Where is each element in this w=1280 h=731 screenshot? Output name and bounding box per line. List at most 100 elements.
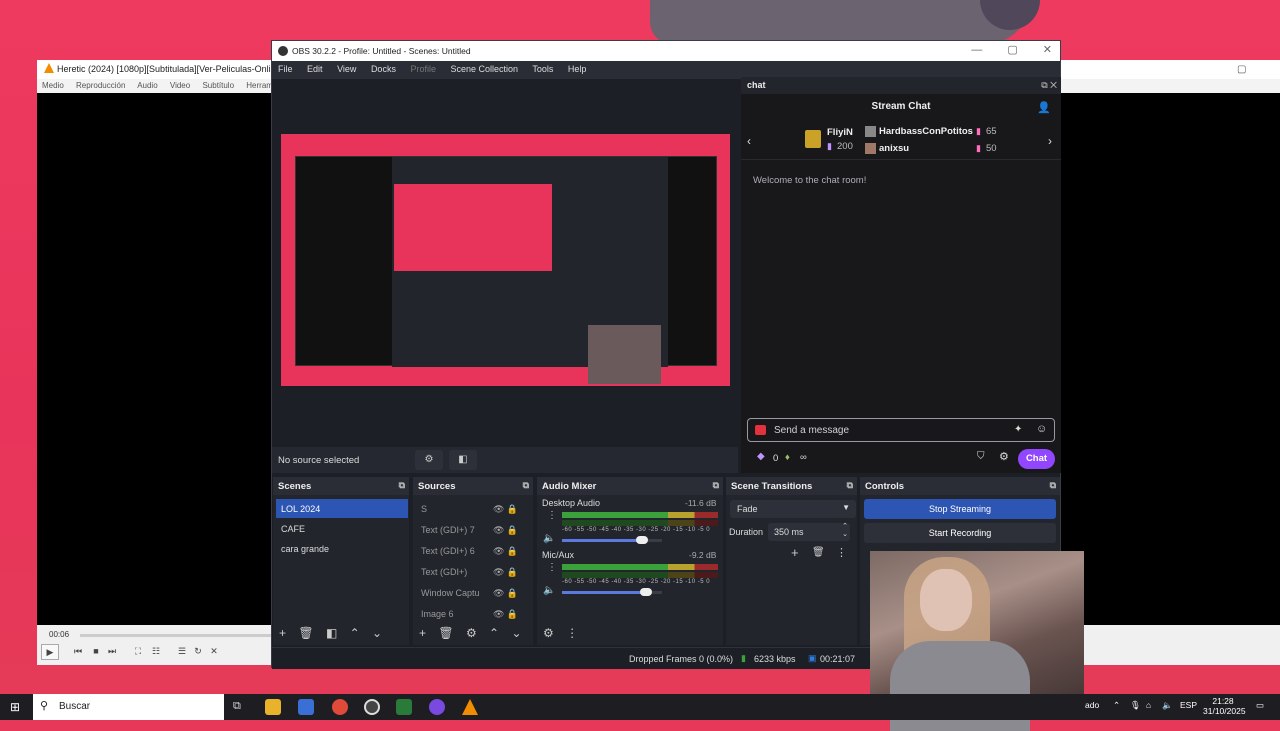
chat-close-icon[interactable]: ✕ [1050, 80, 1057, 90]
dock-float-icon[interactable]: ⧉ [523, 480, 529, 491]
clock[interactable]: 21:28 31/10/2025 [1203, 696, 1246, 716]
app-icon[interactable] [396, 699, 412, 715]
menu-docks[interactable]: Docks [371, 64, 396, 74]
visibility-icon[interactable]: 👁 🔒 [493, 588, 518, 599]
chat-send-button[interactable]: Chat [1018, 449, 1055, 469]
scene-filters-icon[interactable]: ◧ [326, 626, 337, 640]
notification-icon[interactable]: ▭ [1256, 700, 1264, 711]
scene-item-lol-2024[interactable]: LOL 2024 [276, 499, 408, 518]
sparkle-icon[interactable]: ✦ [1014, 424, 1022, 435]
vlc-menu-audio[interactable]: Audio [137, 81, 157, 90]
vlc-seek-bar[interactable] [80, 634, 278, 637]
fullscreen-icon[interactable]: ⛶ [129, 644, 147, 660]
next-icon[interactable]: ⏭ [103, 644, 121, 660]
language-indicator[interactable]: ESP [1180, 700, 1197, 710]
extended-settings-icon[interactable]: ☷ [147, 644, 165, 660]
task-view-icon[interactable]: ⧉ [233, 700, 241, 713]
chevron-up-icon[interactable]: ⌃ [1113, 700, 1120, 711]
obs-taskbar-icon[interactable] [364, 699, 380, 715]
kebab-menu-icon[interactable]: ⋮ [836, 546, 847, 559]
add-scene-icon[interactable]: + [279, 626, 286, 640]
vlc-maximize-icon[interactable]: ▢ [1237, 64, 1246, 75]
menu-profile[interactable]: Profile [410, 64, 436, 74]
sources-title: Sources [418, 481, 456, 492]
play-icon[interactable]: ▶ [41, 644, 59, 660]
kebab-menu-icon[interactable]: ⋮ [547, 510, 557, 521]
duration-input[interactable]: 350 ms ⌃ ⌄ [768, 523, 850, 541]
network-icon[interactable]: ⌂ [1146, 700, 1151, 710]
emote-icon[interactable]: ☺ [1036, 423, 1047, 435]
visibility-icon[interactable]: 👁 🔒 [493, 504, 518, 515]
source-filters-icon[interactable]: ◧ [449, 450, 477, 470]
app-icon[interactable] [429, 699, 445, 715]
vlc-menu-video[interactable]: Video [170, 81, 190, 90]
move-up-icon[interactable]: ⌃ [489, 626, 499, 640]
add-source-icon[interactable]: + [419, 626, 426, 640]
start-recording-button[interactable]: Start Recording [864, 523, 1056, 543]
dock-float-icon[interactable]: ⧉ [713, 480, 719, 491]
menu-edit[interactable]: Edit [307, 64, 323, 74]
volume-icon[interactable]: 🔈 [1162, 700, 1173, 711]
shuffle-icon[interactable]: ✕ [205, 644, 223, 660]
chrome-icon[interactable] [332, 699, 348, 715]
scene-item-cara-grande[interactable]: cara grande [276, 539, 408, 558]
volume-slider-knob[interactable] [640, 588, 652, 596]
store-icon[interactable] [298, 699, 314, 715]
vlc-menu-subtitulo[interactable]: Subtítulo [202, 81, 234, 90]
shield-icon[interactable]: ⛉ [977, 451, 985, 462]
speaker-icon[interactable]: 🔈 [543, 585, 555, 596]
add-transition-icon[interactable]: + [791, 545, 799, 560]
program-preview[interactable] [281, 134, 730, 386]
close-icon[interactable]: ✕ [1043, 44, 1052, 56]
chevron-left-icon[interactable]: ‹ [747, 134, 751, 148]
windows-start-icon[interactable]: ⊞ [10, 700, 20, 714]
taskbar-search[interactable]: ⚲ Buscar [33, 694, 224, 720]
bits-icon[interactable]: ♦ [785, 452, 790, 463]
vlc-menu-medio[interactable]: Medio [42, 81, 64, 90]
kebab-menu-icon[interactable]: ⋮ [547, 562, 557, 573]
channel-points-icon[interactable]: ◆ [757, 451, 765, 462]
stop-streaming-button[interactable]: Stop Streaming [864, 499, 1056, 519]
visibility-icon[interactable]: 👁 🔒 [493, 546, 518, 557]
prev-icon[interactable]: ⏮ [69, 644, 87, 660]
chat-input[interactable]: Send a message ✦ ☺ [747, 418, 1055, 442]
volume-slider-knob[interactable] [636, 536, 648, 544]
minimize-icon[interactable]: — [971, 44, 982, 56]
chevron-right-icon[interactable]: › [1048, 134, 1052, 148]
community-icon[interactable]: 👤 [1037, 101, 1051, 114]
vlc-menu-reproduccion[interactable]: Reproducción [76, 81, 125, 90]
visibility-icon[interactable]: 👁 🔒 [493, 609, 518, 620]
kebab-menu-icon[interactable]: ⋮ [566, 626, 578, 640]
speaker-icon[interactable]: 🔈 [543, 533, 555, 544]
source-settings-icon[interactable]: ⚙ [466, 626, 477, 640]
advanced-audio-icon[interactable]: ⚙ [543, 626, 554, 640]
scenes-header: Scenes ⧉ [273, 477, 409, 495]
dock-float-icon[interactable]: ⧉ [1050, 480, 1056, 491]
visibility-icon[interactable]: 👁 🔒 [493, 525, 518, 536]
stepper-icon[interactable]: ⌃ ⌄ [842, 523, 848, 539]
gear-icon[interactable]: ⚙ [999, 450, 1009, 463]
float-icon[interactable]: ⧉ [1041, 80, 1047, 90]
remove-source-icon[interactable]: 🗑 [438, 626, 453, 640]
menu-view[interactable]: View [337, 64, 356, 74]
move-up-icon[interactable]: ⌃ [350, 626, 360, 640]
source-properties-icon[interactable]: ⚙ [415, 450, 443, 470]
file-explorer-icon[interactable] [265, 699, 281, 715]
dock-float-icon[interactable]: ⧉ [847, 480, 853, 491]
menu-scene-collection[interactable]: Scene Collection [451, 64, 519, 74]
remove-transition-icon[interactable]: 🗑 [812, 547, 825, 558]
maximize-icon[interactable]: ▢ [1007, 44, 1017, 56]
menu-file[interactable]: File [278, 64, 293, 74]
remove-scene-icon[interactable]: 🗑 [298, 626, 313, 640]
menu-tools[interactable]: Tools [532, 64, 553, 74]
dock-float-icon[interactable]: ⧉ [399, 480, 405, 491]
vlc-taskbar-icon[interactable] [462, 699, 478, 715]
microphone-icon[interactable]: 🎙 [1130, 700, 1141, 711]
menu-help[interactable]: Help [568, 64, 587, 74]
transition-select[interactable]: Fade ▼ [730, 500, 856, 518]
stream-time: 00:21:07 [820, 654, 856, 664]
visibility-icon[interactable]: 👁 🔒 [493, 567, 518, 578]
scene-item-cafe[interactable]: CAFE [276, 519, 408, 538]
move-down-icon[interactable]: ⌄ [511, 626, 521, 640]
move-down-icon[interactable]: ⌄ [372, 626, 382, 640]
